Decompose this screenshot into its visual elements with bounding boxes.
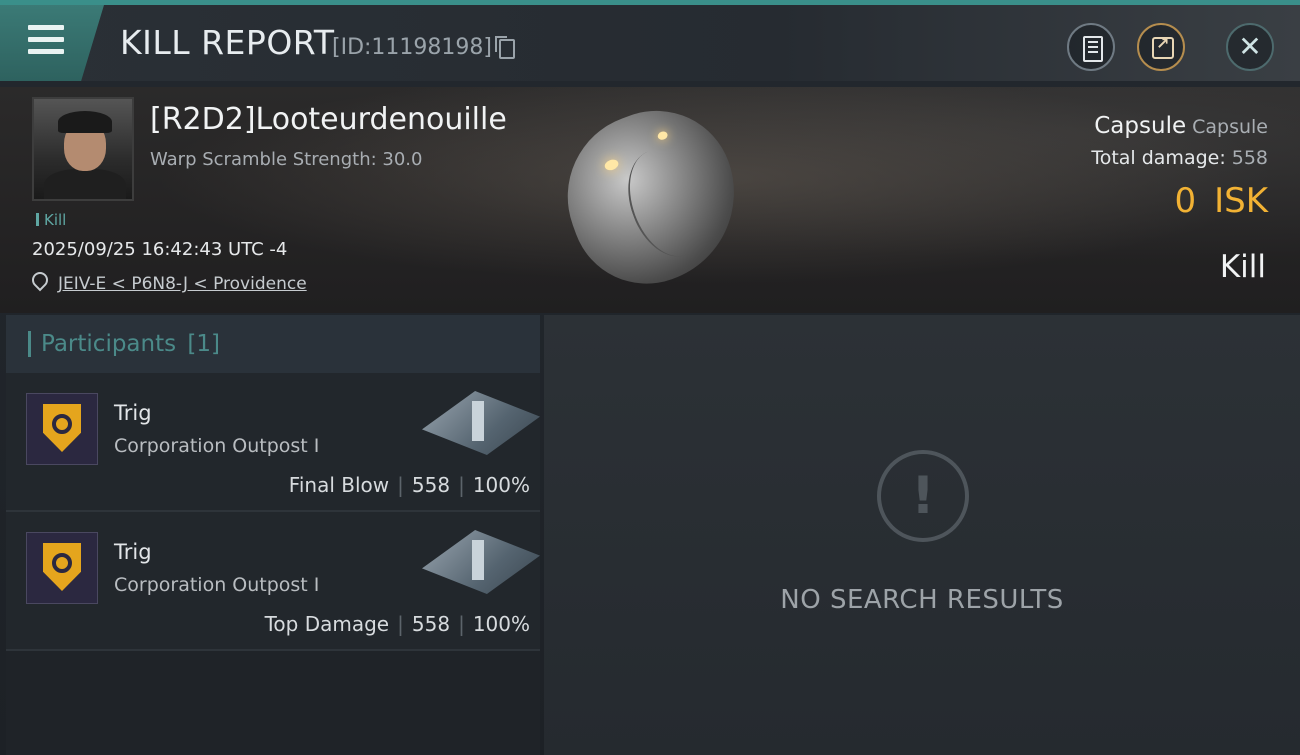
corporation-logo-icon [26,532,98,604]
report-button[interactable] [1067,23,1115,71]
page-title: KILL REPORT [120,23,335,62]
warp-scramble-strength: Warp Scramble Strength: 30.0 [150,149,423,170]
total-damage: Total damage: 558 [1091,147,1268,169]
document-icon [1083,36,1103,62]
participant-row[interactable]: Trig Corporation Outpost I Top Damage | 55… [6,512,540,651]
kill-timestamp: 2025/09/25 16:42:43 UTC -4 [32,239,288,260]
menu-button[interactable] [0,5,104,81]
report-id: [ID:11198198] [332,35,492,60]
result-label: Kill [1219,249,1266,285]
ship-info[interactable]: Capsule Capsule [1094,113,1268,139]
close-button[interactable]: ✕ [1226,23,1274,71]
kill-report-window: KILL REPORT [ID:11198198] ✕ [R2D2]Looteu… [0,0,1300,755]
participant-ship: Corporation Outpost I [114,435,320,457]
participant-percent: 100% [472,612,530,636]
participant-damage: 558 [411,473,451,497]
kill-tag: Kill [36,211,66,229]
participants-header[interactable]: Participants [1] [6,315,540,373]
isk-value: 0 ISK [1174,181,1268,221]
participant-damage: 558 [411,612,451,636]
participant-name: Trig [114,401,152,425]
isk-amount: 0 [1174,181,1197,221]
kill-location[interactable]: JEIV-E < P6N8-J < Providence [28,268,307,294]
ship-name: Capsule [1094,113,1187,139]
participant-role: Top Damage [264,612,390,636]
participant-role: Final Blow [288,473,390,497]
participant-name: Trig [114,540,152,564]
menu-icon [28,25,64,61]
copy-icon[interactable] [495,36,515,59]
participants-panel: Participants [1] Trig Corporation Outpos… [6,315,540,755]
participant-stats: Final Blow | 558 | 100% [288,473,530,497]
participant-stats: Top Damage | 558 | 100% [264,612,530,636]
close-icon: ✕ [1238,30,1262,63]
participants-label: Participants [41,331,177,357]
total-damage-label: Total damage: [1091,147,1226,169]
participants-count: [1] [187,331,221,357]
corporation-logo-icon [26,393,98,465]
ship-render [544,89,760,305]
detail-panel: NO SEARCH RESULTS [544,315,1300,755]
victim-summary: [R2D2]Looteurdenouille Warp Scramble Str… [0,87,1300,313]
location-pin-icon [28,268,52,292]
location-link[interactable]: JEIV-E < P6N8-J < Providence [58,274,307,294]
victim-name[interactable]: [R2D2]Looteurdenouille [150,102,507,137]
ship-class: Capsule [1192,116,1268,138]
outpost-structure-icon [422,530,540,594]
total-damage-value: 558 [1231,147,1268,169]
share-icon [1152,34,1174,59]
header-bar: KILL REPORT [ID:11198198] ✕ [0,5,1300,81]
victim-portrait[interactable] [32,97,134,201]
exclamation-icon [877,450,969,542]
participant-percent: 100% [472,473,530,497]
participant-ship: Corporation Outpost I [114,574,320,596]
share-button[interactable] [1137,23,1185,71]
empty-state-text: NO SEARCH RESULTS [780,585,1064,615]
outpost-structure-icon [422,391,540,455]
isk-unit: ISK [1214,181,1268,221]
participant-row[interactable]: Trig Corporation Outpost I Final Blow | 55… [6,373,540,512]
